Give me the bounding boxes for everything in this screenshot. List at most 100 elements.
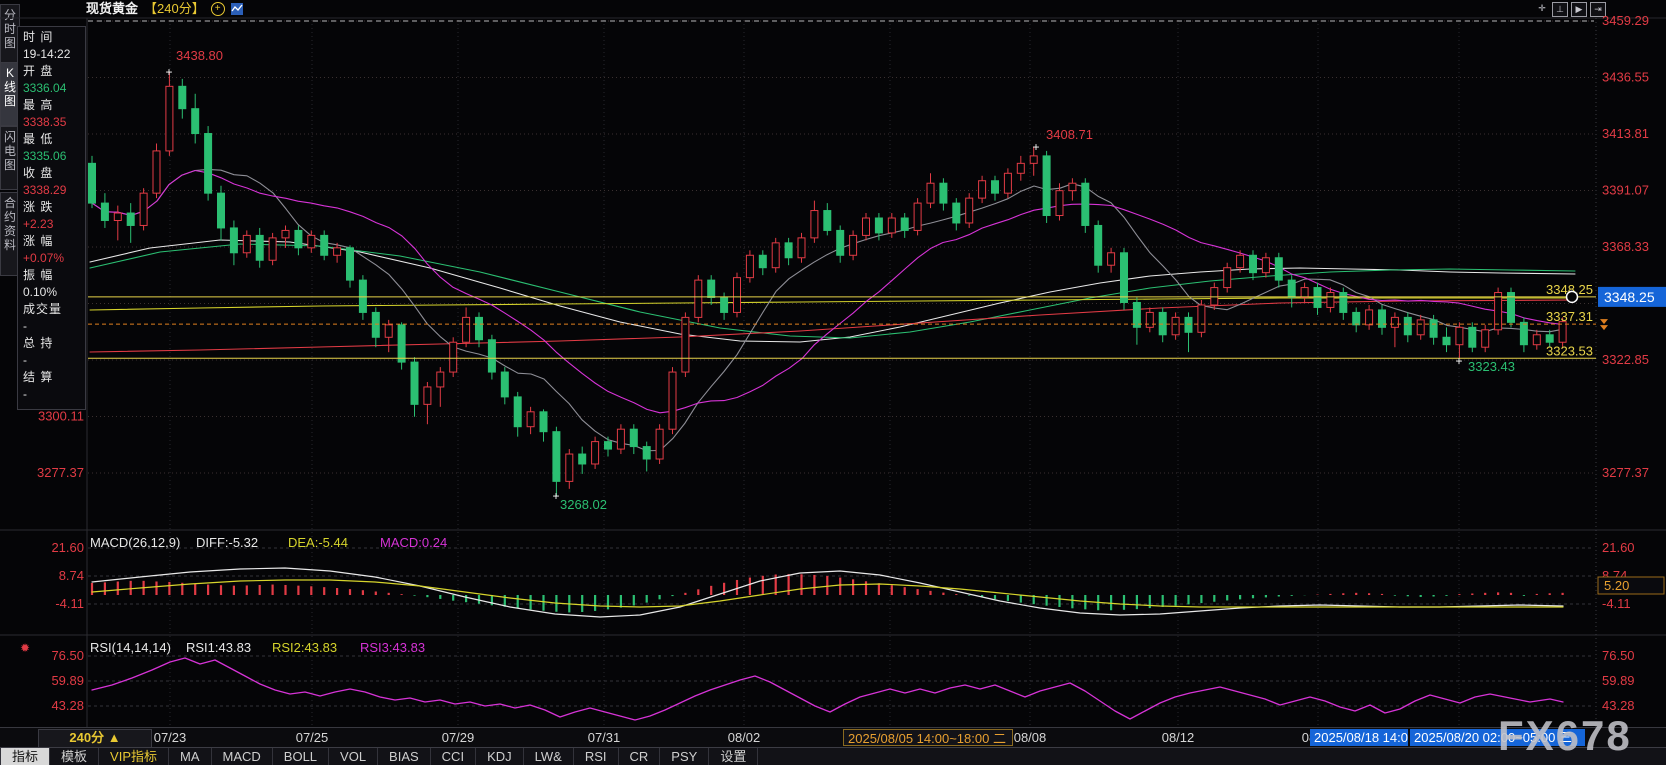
candle-body[interactable] — [991, 180, 999, 194]
candle-body[interactable] — [126, 212, 135, 226]
candle-body[interactable] — [655, 428, 664, 460]
candle-body[interactable] — [217, 192, 225, 229]
candle-body[interactable] — [1532, 334, 1541, 346]
candle-body[interactable] — [552, 431, 561, 482]
candle-body[interactable] — [1442, 336, 1451, 346]
candle-body[interactable] — [758, 254, 767, 269]
candle-body[interactable] — [681, 316, 690, 373]
toolbar-item-settings[interactable]: 设置 — [709, 748, 759, 765]
candle-body[interactable] — [255, 234, 264, 261]
candle-body[interactable] — [294, 229, 303, 249]
toolbar-item-bias[interactable]: BIAS — [378, 748, 431, 765]
toolbar-item-vip[interactable]: VIP指标 — [99, 748, 169, 765]
price-line-handle[interactable] — [1565, 290, 1579, 304]
candle-body[interactable] — [1352, 311, 1361, 326]
candle-body[interactable] — [384, 324, 393, 338]
candle-body[interactable] — [449, 341, 458, 373]
candle-body[interactable] — [578, 453, 587, 465]
toolbar-item-template[interactable]: 模板 — [50, 748, 100, 765]
candle-body[interactable] — [1300, 287, 1309, 299]
candle-body[interactable] — [1378, 309, 1386, 328]
toolbar-item-kdj[interactable]: KDJ — [476, 748, 524, 765]
candle-body[interactable] — [500, 371, 509, 398]
candle-body[interactable] — [1107, 252, 1116, 266]
candle-body[interactable] — [307, 234, 316, 249]
candle-body[interactable] — [1094, 224, 1103, 266]
candle-body[interactable] — [978, 180, 987, 199]
candle-body[interactable] — [397, 324, 406, 363]
candle-body[interactable] — [139, 192, 148, 226]
candle-body[interactable] — [694, 279, 703, 318]
candle-body[interactable] — [1236, 254, 1245, 269]
candle-body[interactable] — [1081, 182, 1090, 226]
toolbar-item-cci[interactable]: CCI — [431, 748, 477, 765]
candle-body[interactable] — [1339, 292, 1348, 313]
candle-body[interactable] — [88, 162, 96, 204]
toolbar-item-boll[interactable]: BOLL — [273, 748, 330, 765]
period-selector-button[interactable]: 240分 ▲ — [38, 729, 152, 748]
candle-body[interactable] — [1042, 155, 1051, 217]
candle-body[interactable] — [371, 311, 380, 338]
candle-body[interactable] — [874, 217, 883, 234]
candle-body[interactable] — [836, 229, 845, 256]
candle-body[interactable] — [1171, 316, 1180, 336]
candle-body[interactable] — [797, 237, 806, 259]
candle-body[interactable] — [849, 234, 858, 256]
candle-body[interactable] — [900, 217, 909, 231]
candle-body[interactable] — [939, 182, 948, 204]
candle-body[interactable] — [616, 428, 625, 450]
candle-body[interactable] — [100, 202, 109, 221]
candle-body[interactable] — [1197, 304, 1206, 333]
toolbar-item-ma[interactable]: MA — [169, 748, 212, 765]
candle-body[interactable] — [1016, 162, 1025, 174]
candle-body[interactable] — [1468, 326, 1477, 348]
candle-body[interactable] — [862, 217, 870, 236]
candle-body[interactable] — [642, 446, 651, 460]
candle-body[interactable] — [410, 361, 419, 405]
candle-body[interactable] — [1274, 257, 1283, 281]
candle-body[interactable] — [1223, 267, 1232, 289]
candle-body[interactable] — [242, 234, 251, 254]
toolbar-item-macd[interactable]: MACD — [212, 748, 273, 765]
candle-body[interactable] — [333, 247, 342, 256]
candle-body[interactable] — [629, 428, 638, 448]
candle-body[interactable] — [965, 197, 974, 224]
candle-body[interactable] — [358, 279, 367, 313]
main-chart-svg[interactable]: 3348.25 3348.253337.313323.53+3438.80+340… — [0, 0, 1666, 765]
candle-body[interactable] — [1558, 321, 1567, 343]
candle-body[interactable] — [565, 453, 574, 482]
toolbar-item-psy[interactable]: PSY — [660, 748, 710, 765]
candle-body[interactable] — [436, 371, 445, 388]
candle-body[interactable] — [1029, 155, 1038, 164]
candle-body[interactable] — [926, 182, 935, 204]
candle-body[interactable] — [526, 411, 535, 428]
candle-body[interactable] — [191, 108, 200, 135]
candle-body[interactable] — [1416, 319, 1425, 336]
candle-body[interactable] — [733, 277, 741, 313]
candle-body[interactable] — [1365, 309, 1374, 326]
candle-body[interactable] — [1055, 190, 1064, 217]
candle-body[interactable] — [1249, 254, 1257, 274]
candle-body[interactable] — [1481, 329, 1490, 348]
candle-body[interactable] — [462, 316, 471, 343]
candle-body[interactable] — [152, 150, 161, 194]
candle-body[interactable] — [810, 210, 819, 239]
candle-body[interactable] — [1403, 316, 1412, 336]
candle-body[interactable] — [1455, 326, 1464, 346]
toolbar-item-vol[interactable]: VOL — [329, 748, 379, 765]
candle-body[interactable] — [229, 227, 238, 254]
candle-body[interactable] — [771, 242, 780, 269]
candle-body[interactable] — [487, 339, 496, 373]
toolbar-item-rsi[interactable]: RSI — [574, 748, 619, 765]
candle-body[interactable] — [1429, 319, 1438, 338]
candle-body[interactable] — [1519, 321, 1528, 346]
candle-body[interactable] — [1326, 292, 1335, 308]
candle-body[interactable] — [204, 133, 213, 194]
candle-body[interactable] — [604, 441, 612, 450]
candle-body[interactable] — [1184, 316, 1193, 333]
candle-body[interactable] — [268, 237, 277, 261]
candle-body[interactable] — [1003, 172, 1012, 194]
toolbar-item-lw[interactable]: LW& — [524, 748, 574, 765]
candle-body[interactable] — [1120, 252, 1128, 303]
candle-body[interactable] — [539, 411, 548, 433]
